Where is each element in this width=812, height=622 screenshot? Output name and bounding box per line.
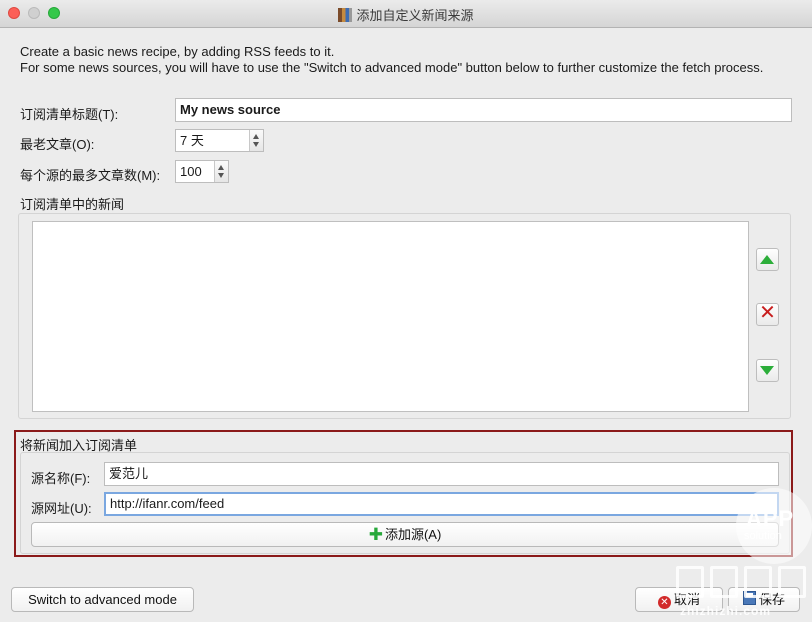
window-title: 添加自定义新闻来源	[0, 5, 812, 24]
oldest-article-value: 7 天	[180, 133, 204, 148]
move-feed-up-button[interactable]	[756, 248, 779, 271]
calibre-app-icon	[338, 8, 353, 22]
title-bar: 添加自定义新闻来源	[0, 0, 812, 28]
feed-url-label: 源网址(U):	[31, 501, 92, 516]
recipe-title-label: 订阅清单标题(T):	[20, 107, 119, 122]
max-articles-value: 100	[180, 164, 202, 179]
feed-name-label: 源名称(F):	[31, 471, 91, 486]
feed-name-input[interactable]: 爱范儿	[104, 462, 779, 486]
move-feed-down-button[interactable]	[756, 359, 779, 382]
feeds-list-label: 订阅清单中的新闻	[20, 197, 125, 212]
stepper-down-icon[interactable]	[253, 142, 259, 147]
add-feed-button[interactable]: ✚ 添加源(A)	[31, 522, 779, 547]
plus-icon: ✚	[368, 525, 383, 544]
feeds-list[interactable]	[32, 221, 749, 412]
max-articles-stepper[interactable]	[214, 161, 228, 182]
cancel-button[interactable]: ✕ 取消	[635, 587, 723, 612]
save-icon	[742, 591, 756, 605]
recipe-title-input[interactable]: My news source	[175, 98, 792, 122]
arrow-up-icon	[760, 255, 774, 264]
intro-line-2: For some news sources, you will have to …	[20, 60, 764, 75]
max-articles-label: 每个源的最多文章数(M):	[20, 168, 161, 183]
intro-text: Create a basic news recipe, by adding RS…	[20, 44, 790, 76]
save-button[interactable]: 保存	[728, 587, 800, 612]
oldest-article-spinbox[interactable]: 7 天	[175, 129, 264, 152]
stepper-down-icon[interactable]	[218, 173, 224, 178]
stepper-up-icon[interactable]	[218, 165, 224, 170]
oldest-article-label: 最老文章(O):	[20, 137, 95, 152]
switch-advanced-mode-button[interactable]: Switch to advanced mode	[11, 587, 194, 612]
feed-url-input[interactable]: http://ifanr.com/feed	[104, 492, 779, 516]
max-articles-spinbox[interactable]: 100	[175, 160, 229, 183]
remove-feed-button[interactable]: ✕	[756, 302, 779, 326]
stepper-up-icon[interactable]	[253, 134, 259, 139]
oldest-article-stepper[interactable]	[249, 130, 263, 151]
arrow-down-icon	[760, 366, 774, 375]
remove-x-icon: ✕	[759, 302, 776, 324]
cancel-icon: ✕	[657, 596, 671, 609]
intro-line-1: Create a basic news recipe, by adding RS…	[20, 44, 335, 59]
